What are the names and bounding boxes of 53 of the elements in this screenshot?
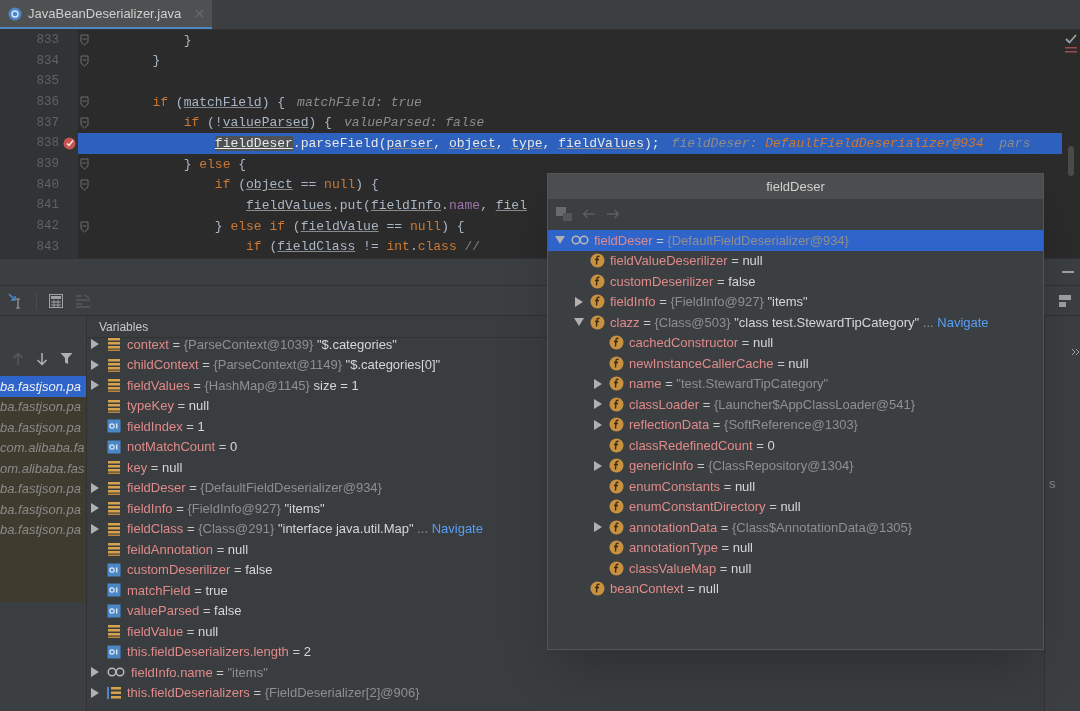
inline-value-hint: matchField: true <box>297 93 422 112</box>
variable-entry: fieldInfo.name = "items" <box>131 663 268 682</box>
variable-entry: classLoader = {Launcher$AppClassLoader@541} <box>629 395 916 414</box>
variable-entry: name = "test.StewardTipCategory" <box>629 375 829 393</box>
variable-entry: fieldValues = {HashMap@1145} size = 1 <box>127 376 359 395</box>
variable-entry: notMatchCount = 0 <box>127 438 238 456</box>
variable-entry: classRedefinedCount = 0 <box>629 436 775 455</box>
code-line: fieldValues.put(fieldInfo.name, fiel <box>245 197 527 216</box>
variable-entry: this.fieldDeserializers = {FieldDeserializer[2]@906} <box>127 684 420 702</box>
variable-entry: cachedConstructor = null <box>629 334 774 352</box>
popup-title: fieldDeser <box>766 177 825 196</box>
code-line: if (!valueParsed) { <box>182 114 332 133</box>
variable-entry: customDeserilizer = false <box>610 272 756 291</box>
variables-title: Variables <box>99 318 149 336</box>
code-line: if (matchField) { <box>151 93 286 112</box>
variable-entry: annotationData = {Class$AnnotationData@1305} <box>629 518 913 537</box>
variable-entry: beanContext = null <box>610 580 719 598</box>
variable-entry: genericInfo = {ClassRepository@1304} <box>629 457 854 475</box>
code-line: if (fieldClass != int.class // <box>245 238 481 257</box>
code-line: } else { <box>182 155 247 174</box>
code-line: } <box>182 31 192 50</box>
variable-entry: fieldInfo = {FieldInfo@927} "items" <box>610 293 808 311</box>
variable-entry: annotationType = null <box>629 539 753 557</box>
variable-entry: typeKey = null <box>127 397 210 415</box>
variable-entry: childContext = {ParseContext@1149} "$.categories[0]" <box>127 356 441 374</box>
panel-text: s <box>1049 475 1057 493</box>
variable-entry: valueParsed = false <box>127 602 242 620</box>
variable-entry: feildAnnotation = null <box>127 540 249 559</box>
inline-value-hint: valueParsed: false <box>343 114 485 133</box>
variable-entry: fieldValueDeserilizer = null <box>610 252 763 270</box>
tab-title: JavaBeanDeserializer.java <box>28 4 182 23</box>
variable-entry: this.fieldDeserializers.length = 2 <box>127 643 311 661</box>
code-line: if (object == null) { <box>213 176 379 195</box>
variable-entry: fieldClass = {Class@291} "interface java.util.Map" ... Navigate <box>127 520 483 538</box>
variable-entry: fieldValue = null <box>127 622 219 641</box>
variable-entry: fieldDeser = {DefaultFieldDeserializer@934} <box>127 479 382 497</box>
variable-entry: matchField = true <box>127 581 228 600</box>
variable-entry: fieldInfo = {FieldInfo@927} "items" <box>127 499 325 518</box>
inline-value-hint: fieldDeser: DefaultFieldDeserializer@934 pars <box>671 135 1031 154</box>
variable-entry: enumConstantDirectory = null <box>629 498 801 516</box>
code-line: } else if (fieldValue == null) { <box>213 217 465 236</box>
variable-entry: enumConstants = null <box>629 477 756 496</box>
code-line: } <box>151 52 161 71</box>
variable-entry: context = {ParseContext@1039} "$.categories" <box>127 338 397 354</box>
variable-entry: fieldIndex = 1 <box>127 417 205 436</box>
code-line: fieldDeser.parseField(parser, object, type, fieldValues); <box>213 135 660 154</box>
variable-entry: classValueMap = null <box>629 559 752 578</box>
variable-entry: key = null <box>127 458 183 477</box>
variable-entry: customDeserilizer = false <box>127 561 273 579</box>
variable-entry: clazz = {Class@503} "class test.StewardTipCategory" ... Navigate <box>610 313 989 332</box>
variable-entry: fieldDeser = {DefaultFieldDeserializer@934} <box>594 231 849 250</box>
variable-entry: reflectionData = {SoftReference@1303} <box>629 416 858 434</box>
variable-entry: newInstanceCallerCache = null <box>629 354 809 373</box>
